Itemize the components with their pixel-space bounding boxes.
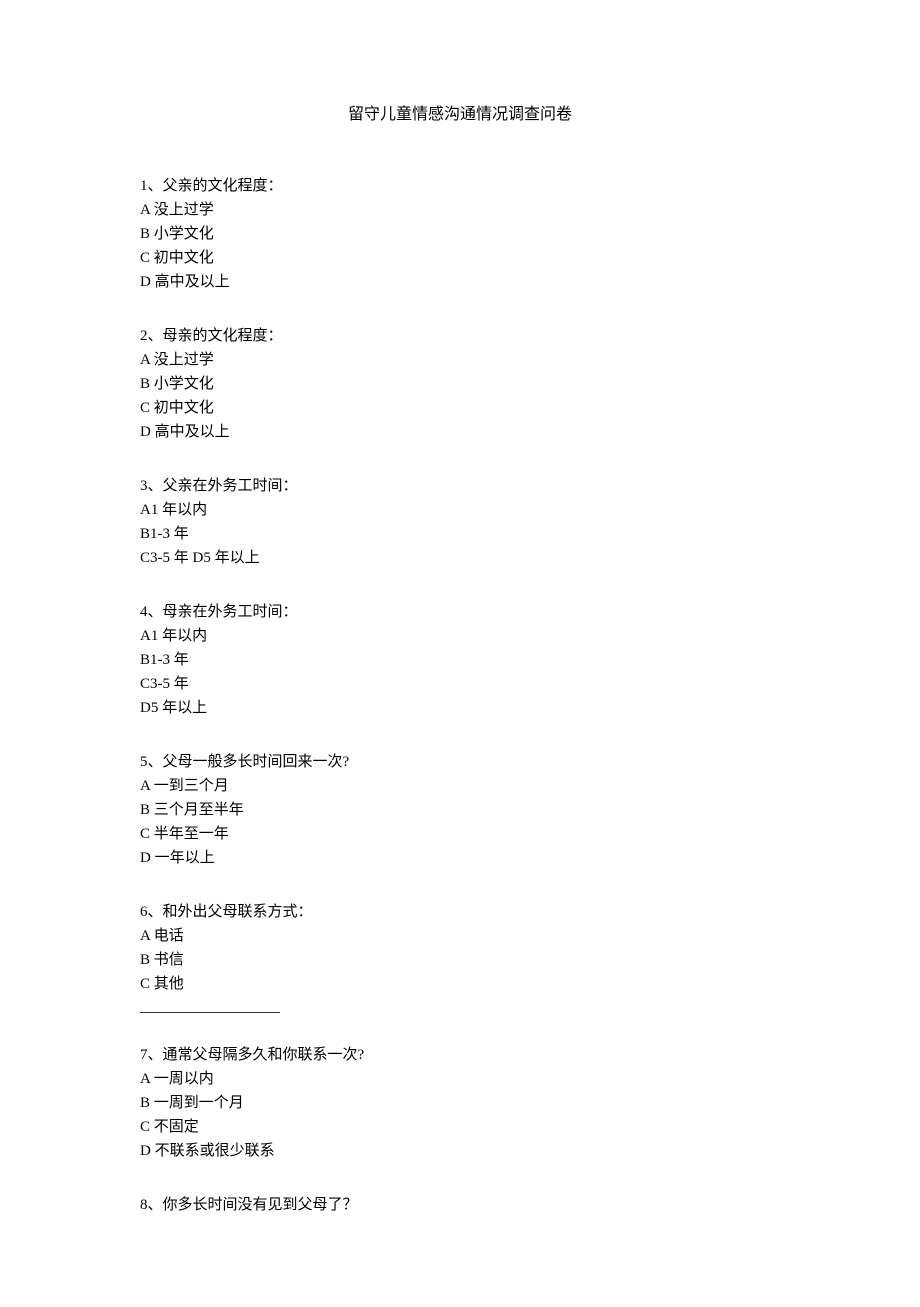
- question-1: 1、父亲的文化程度： A 没上过学 B 小学文化 C 初中文化 D 高中及以上: [140, 174, 780, 294]
- option-b: B1-3 年: [140, 522, 780, 546]
- option-c: C 不固定: [140, 1115, 780, 1139]
- document-page: 留守儿童情感沟通情况调查问卷 1、父亲的文化程度： A 没上过学 B 小学文化 …: [0, 0, 920, 1307]
- option-d: D 不联系或很少联系: [140, 1139, 780, 1163]
- question-text: 6、和外出父母联系方式：: [140, 900, 780, 924]
- question-text: 3、父亲在外务工时间：: [140, 474, 780, 498]
- option-a: A 没上过学: [140, 348, 780, 372]
- question-text: 4、母亲在外务工时间：: [140, 600, 780, 624]
- question-text: 2、母亲的文化程度：: [140, 324, 780, 348]
- option-d: D 高中及以上: [140, 420, 780, 444]
- question-6: 6、和外出父母联系方式： A 电话 B 书信 C 其他: [140, 900, 780, 1013]
- option-a: A 一周以内: [140, 1067, 780, 1091]
- question-text: 8、你多长时间没有见到父母了？: [140, 1193, 780, 1217]
- option-b: B 小学文化: [140, 372, 780, 396]
- option-a: A1 年以内: [140, 624, 780, 648]
- option-c: C 初中文化: [140, 396, 780, 420]
- fill-in-line: [140, 998, 280, 1013]
- option-d: D 一年以上: [140, 846, 780, 870]
- question-4: 4、母亲在外务工时间： A1 年以内 B1-3 年 C3-5 年 D5 年以上: [140, 600, 780, 720]
- option-a: A 电话: [140, 924, 780, 948]
- document-title: 留守儿童情感沟通情况调查问卷: [140, 100, 780, 124]
- option-d: D5 年以上: [140, 696, 780, 720]
- option-c: C 其他: [140, 972, 780, 996]
- question-5: 5、父母一般多长时间回来一次? A 一到三个月 B 三个月至半年 C 半年至一年…: [140, 750, 780, 870]
- option-c: C3-5 年: [140, 672, 780, 696]
- question-7: 7、通常父母隔多久和你联系一次? A 一周以内 B 一周到一个月 C 不固定 D…: [140, 1043, 780, 1163]
- option-b: B 三个月至半年: [140, 798, 780, 822]
- question-3: 3、父亲在外务工时间： A1 年以内 B1-3 年 C3-5 年 D5 年以上: [140, 474, 780, 570]
- option-c: C 初中文化: [140, 246, 780, 270]
- question-8: 8、你多长时间没有见到父母了？: [140, 1193, 780, 1217]
- option-c: C 半年至一年: [140, 822, 780, 846]
- option-a: A 一到三个月: [140, 774, 780, 798]
- question-text: 1、父亲的文化程度：: [140, 174, 780, 198]
- option-a: A1 年以内: [140, 498, 780, 522]
- option-b: B 小学文化: [140, 222, 780, 246]
- question-2: 2、母亲的文化程度： A 没上过学 B 小学文化 C 初中文化 D 高中及以上: [140, 324, 780, 444]
- option-b: B1-3 年: [140, 648, 780, 672]
- question-text: 7、通常父母隔多久和你联系一次?: [140, 1043, 780, 1067]
- option-d: D 高中及以上: [140, 270, 780, 294]
- option-b: B 书信: [140, 948, 780, 972]
- option-c: C3-5 年 D5 年以上: [140, 546, 780, 570]
- question-text: 5、父母一般多长时间回来一次?: [140, 750, 780, 774]
- option-a: A 没上过学: [140, 198, 780, 222]
- option-b: B 一周到一个月: [140, 1091, 780, 1115]
